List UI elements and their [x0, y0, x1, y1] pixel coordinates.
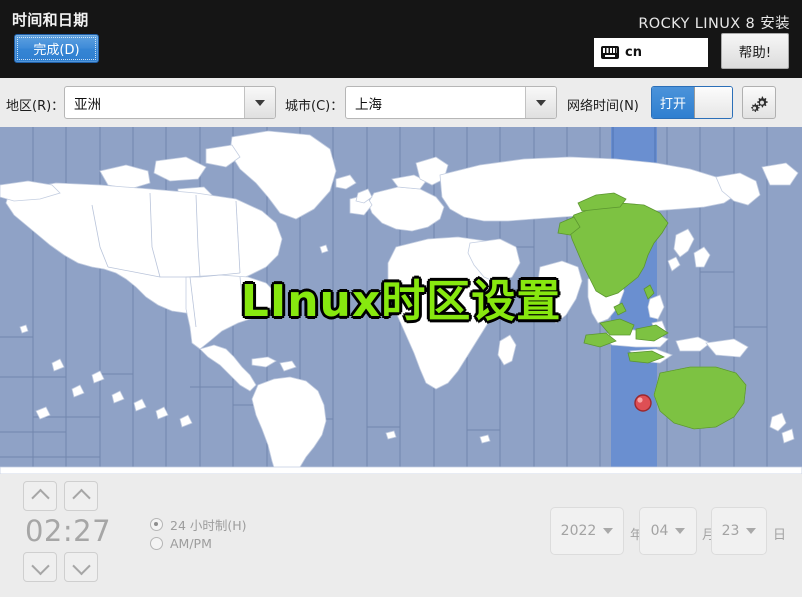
keyboard-layout-indicator[interactable]: cn [594, 38, 708, 67]
chevron-down-icon[interactable] [525, 87, 556, 118]
day-dropdown[interactable]: 23 [711, 507, 767, 555]
radio-ampm[interactable] [150, 537, 163, 550]
network-time-state-label: 打开 [652, 87, 694, 118]
month-dropdown[interactable]: 04 [639, 507, 697, 555]
minute-increment-button[interactable] [64, 481, 98, 511]
region-combobox[interactable]: 亚洲 [64, 86, 276, 119]
chevron-down-icon [71, 556, 91, 575]
product-brand-label: ROCKY LINUX 8 安装 [638, 16, 790, 32]
year-value: 2022 [560, 523, 597, 539]
world-map-svg [0, 127, 802, 474]
header-bar: 时间和日期 完成(D) ROCKY LINUX 8 安装 cn 帮助! [0, 0, 802, 78]
format-ampm-radio-row[interactable]: AM/PM [150, 536, 212, 551]
chevron-down-icon [746, 528, 757, 534]
day-value: 23 [721, 523, 740, 539]
chevron-down-icon [30, 556, 50, 575]
network-time-toggle[interactable]: 打开 [651, 86, 733, 119]
current-time-value: 02:27 [24, 514, 112, 548]
location-marker [634, 394, 652, 412]
chevron-up-icon [71, 488, 91, 507]
month-value: 04 [650, 523, 669, 539]
timezone-map[interactable]: LInux时区设置 [0, 127, 802, 474]
gear-icon [751, 95, 768, 112]
network-time-label: 网络时间(N) [567, 99, 639, 114]
chevron-down-icon[interactable] [244, 87, 275, 118]
city-value: 上海 [355, 96, 382, 113]
hour-increment-button[interactable] [23, 481, 57, 511]
toggle-knob[interactable] [694, 87, 732, 118]
hour-decrement-button[interactable] [23, 552, 57, 582]
help-button[interactable]: 帮助! [721, 33, 789, 69]
city-combobox[interactable]: 上海 [345, 86, 557, 119]
keyboard-icon [601, 46, 619, 59]
region-label: 地区(R)： [6, 99, 65, 114]
minute-decrement-button[interactable] [64, 552, 98, 582]
radio-24h[interactable] [150, 518, 163, 531]
format-ampm-label: AM/PM [170, 536, 212, 551]
city-label: 城市(C)： [285, 99, 344, 114]
chevron-down-icon [675, 528, 686, 534]
year-dropdown[interactable]: 2022 [550, 507, 624, 555]
network-time-settings-button[interactable] [742, 86, 776, 119]
region-value: 亚洲 [74, 96, 101, 113]
keyboard-layout-label: cn [625, 45, 642, 60]
time-and-date-screen: 时间和日期 完成(D) ROCKY LINUX 8 安装 cn 帮助! 地区(R… [0, 0, 802, 597]
day-unit-label: 日 [773, 528, 787, 543]
done-button[interactable]: 完成(D) [14, 34, 99, 63]
chevron-down-icon [603, 528, 614, 534]
format-24h-label: 24 小时制(H) [170, 518, 247, 533]
page-title: 时间和日期 [12, 11, 89, 29]
chevron-up-icon [30, 488, 50, 507]
format-24h-radio-row[interactable]: 24 小时制(H) [150, 515, 247, 534]
